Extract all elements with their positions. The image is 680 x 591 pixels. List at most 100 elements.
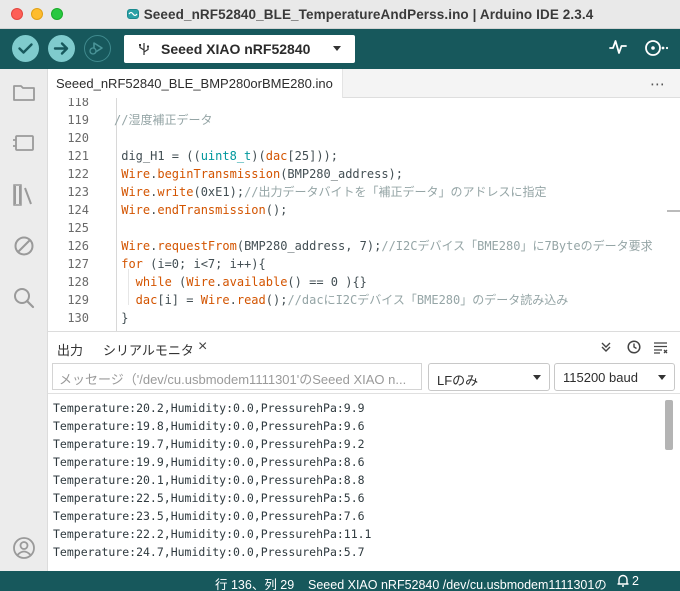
code-token: uint8_t bbox=[200, 149, 252, 163]
board-port-status[interactable]: Seeed XIAO nRF52840 /dev/cu.usbmodem1111… bbox=[308, 574, 607, 591]
line-number: 126 bbox=[67, 239, 89, 253]
code-token: [i] = bbox=[157, 293, 201, 307]
line-number: 120 bbox=[67, 131, 89, 145]
code-token: requestFrom bbox=[157, 239, 237, 253]
code-text: //湿度補正データ bbox=[114, 111, 212, 129]
code-line: 125 bbox=[48, 219, 680, 237]
code-token: (); bbox=[265, 293, 288, 307]
line-number: 128 bbox=[67, 275, 89, 289]
line-ending-select[interactable]: LFのみ bbox=[428, 363, 550, 391]
serial-monitor-toolbar: メッセージ（'/dev/cu.usbmodem1111301'のSeeed XI… bbox=[48, 363, 680, 394]
code-token: //湿度補正データ bbox=[114, 113, 213, 127]
line-number: 118 bbox=[67, 98, 89, 109]
code-token: )( bbox=[251, 149, 266, 163]
code-token: beginTransmission bbox=[157, 167, 281, 181]
code-token: while bbox=[114, 275, 172, 289]
clear-output-icon[interactable] bbox=[653, 341, 668, 354]
timestamp-icon[interactable] bbox=[627, 340, 641, 354]
code-token: endTransmission bbox=[157, 203, 266, 217]
bottom-panel-tabs: 出力 シリアルモニタ × bbox=[48, 331, 680, 363]
code-token: (BMP280_address); bbox=[280, 167, 404, 181]
line-number: 125 bbox=[67, 221, 89, 235]
code-token: Wire bbox=[186, 275, 216, 289]
window-title: Seeed_nRF52840_BLE_TemperatureAndPerss.i… bbox=[143, 6, 594, 22]
line-number: 124 bbox=[67, 203, 89, 217]
chevron-down-icon bbox=[333, 46, 341, 51]
chevron-down-icon bbox=[533, 375, 541, 380]
boards-manager-icon[interactable] bbox=[11, 130, 37, 156]
message-input[interactable]: メッセージ（'/dev/cu.usbmodem1111301'のSeeed XI… bbox=[52, 363, 422, 390]
code-editor[interactable]: 118 119 //湿度補正データ 120 121 dig_H1 = ((uint8_t… bbox=[48, 98, 680, 331]
serial-monitor-icon[interactable] bbox=[642, 37, 668, 59]
activity-sidebar bbox=[0, 69, 48, 571]
search-icon[interactable] bbox=[11, 285, 37, 311]
close-icon[interactable]: × bbox=[198, 338, 207, 356]
code-text: dig_H1 = ((uint8_t)(dac[25])); bbox=[114, 147, 338, 165]
code-line: 129 dac[i] = Wire.read();//dacにI2Cデバイス「B… bbox=[48, 291, 680, 309]
folder-icon[interactable] bbox=[11, 79, 37, 105]
code-token: dac bbox=[265, 149, 288, 163]
code-line: 123 Wire.write(0xE1);//出力データバイトを「補正データ」の… bbox=[48, 183, 680, 201]
upload-button[interactable] bbox=[48, 35, 75, 62]
code-token: write bbox=[157, 185, 194, 199]
main-toolbar: Seeed XIAO nRF52840 bbox=[0, 29, 680, 69]
code-text: } bbox=[114, 309, 128, 327]
code-token: available bbox=[222, 275, 288, 289]
code-token: dac bbox=[114, 293, 158, 307]
debug-disabled-icon[interactable] bbox=[11, 233, 37, 259]
serial-line: Temperature:20.1,Humidity:0.0,PressurehP… bbox=[53, 473, 365, 487]
usb-icon bbox=[139, 43, 150, 55]
code-token: Wire bbox=[114, 185, 151, 199]
code-token: Wire bbox=[114, 167, 151, 181]
code-token: dig_H1 = (( bbox=[114, 149, 201, 163]
serial-scrollbar[interactable] bbox=[665, 400, 673, 450]
checkmark-icon bbox=[18, 43, 33, 54]
serial-line: Temperature:23.5,Humidity:0.0,PressurehP… bbox=[53, 509, 365, 523]
debug-button[interactable] bbox=[84, 35, 111, 62]
autoscroll-icon[interactable] bbox=[600, 341, 612, 353]
serial-line: Temperature:19.7,Humidity:0.0,PressurehP… bbox=[53, 437, 365, 451]
serial-line: Temperature:24.7,Humidity:0.0,PressurehP… bbox=[53, 545, 365, 559]
line-ending-value: LFのみ bbox=[437, 373, 479, 388]
code-text: for (i=0; i<7; i++){ bbox=[114, 255, 266, 273]
status-bar: 行 136、列 29 Seeed XIAO nRF52840 /dev/cu.u… bbox=[0, 571, 680, 591]
code-line: 119 //湿度補正データ bbox=[48, 111, 680, 129]
board-selector[interactable]: Seeed XIAO nRF52840 bbox=[124, 35, 355, 63]
code-text: Wire.endTransmission(); bbox=[114, 201, 287, 219]
arrow-right-icon bbox=[53, 42, 69, 55]
code-token: (0xE1); bbox=[193, 185, 245, 199]
code-token: //出力データバイトを「補正データ」のアドレスに指定 bbox=[244, 185, 547, 199]
code-token: } bbox=[114, 311, 129, 325]
code-text: Wire.write(0xE1);//出力データバイトを「補正データ」のアドレス… bbox=[114, 183, 547, 201]
cursor-position[interactable]: 行 136、列 29 bbox=[215, 574, 294, 591]
code-text: dac[i] = Wire.read();//dacにI2Cデバイス「BME28… bbox=[114, 291, 569, 309]
code-line: 126 Wire.requestFrom(BMP280_address, 7);… bbox=[48, 237, 680, 255]
verify-button[interactable] bbox=[12, 35, 39, 62]
code-token: (); bbox=[265, 203, 288, 217]
editor-tab-sketch[interactable]: Seeed_nRF52840_BLE_BMP280orBME280.ino bbox=[48, 69, 343, 98]
code-token: Wire bbox=[200, 293, 230, 307]
code-token: //I2Cデバイス「BME280」に7Byteのデータ要求 bbox=[381, 239, 653, 253]
editor-tab-bar: Seeed_nRF52840_BLE_BMP280orBME280.ino ⋯ bbox=[48, 69, 680, 98]
serial-output[interactable]: Temperature:20.2,Humidity:0.0,PressurehP… bbox=[48, 394, 680, 571]
tab-output[interactable]: 出力 bbox=[57, 340, 83, 359]
account-icon[interactable] bbox=[11, 535, 37, 561]
line-number: 121 bbox=[67, 149, 89, 163]
tab-serial-monitor[interactable]: シリアルモニタ bbox=[103, 340, 194, 359]
line-number: 119 bbox=[67, 113, 89, 127]
editor-tab-label: Seeed_nRF52840_BLE_BMP280orBME280.ino bbox=[56, 76, 333, 91]
more-actions-icon[interactable]: ⋯ bbox=[650, 75, 666, 93]
title-bar: Seeed_nRF52840_BLE_TemperatureAndPerss.i… bbox=[0, 0, 680, 29]
notification-icon[interactable] bbox=[616, 573, 630, 588]
serial-plotter-icon[interactable] bbox=[609, 38, 627, 56]
code-token: (BMP280_address, 7); bbox=[236, 239, 382, 253]
code-text: Wire.beginTransmission(BMP280_address); bbox=[114, 165, 403, 183]
library-manager-icon[interactable] bbox=[11, 182, 37, 208]
line-number: 130 bbox=[67, 311, 89, 325]
code-token: (i=0; i<7; i++){ bbox=[142, 257, 266, 271]
arduino-logo-icon bbox=[126, 9, 139, 19]
baud-rate-select[interactable]: 115200 baud bbox=[554, 363, 675, 391]
code-line: 130 } bbox=[48, 309, 680, 327]
board-label: Seeed XIAO nRF52840 bbox=[161, 41, 311, 57]
debug-icon bbox=[89, 42, 103, 55]
